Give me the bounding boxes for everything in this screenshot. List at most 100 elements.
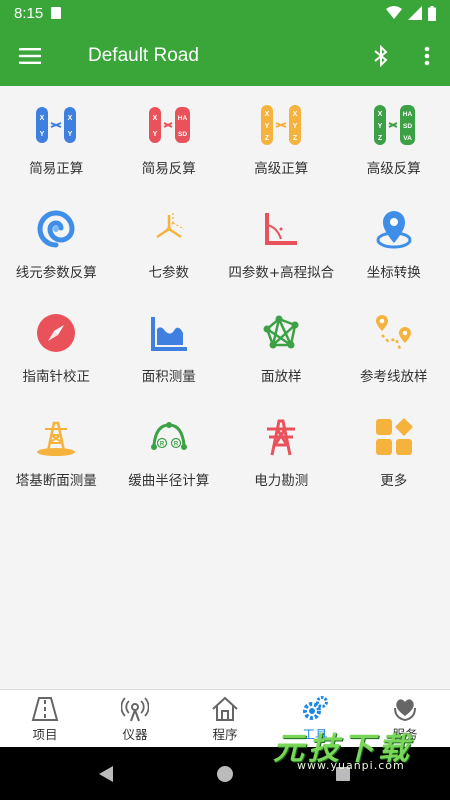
svg-text:Y: Y [152,131,157,138]
nav-label: 仪器 [122,727,148,742]
network-icon [263,315,299,349]
svg-text:X: X [68,115,73,122]
tool-transition-curve-radius[interactable]: R R 缓曲半径计算 [113,398,226,502]
tool-area-measure[interactable]: 面积测量 [113,294,226,398]
road-icon [31,697,59,721]
svg-text:Y: Y [68,131,73,138]
svg-text:Y: Y [265,123,270,130]
app-bar: Default Road [0,26,450,86]
tool-more[interactable]: 更多 [338,398,450,502]
tool-simple-inverse[interactable]: X Y HA SD 简易反算 [113,86,226,190]
tool-label: 指南针校正 [22,369,91,385]
svg-text:Y: Y [40,131,45,138]
svg-text:X: X [152,115,157,122]
page-title: Default Road [88,45,199,66]
tool-label: 缓曲半径计算 [128,473,210,489]
home-icon [212,696,238,721]
status-bar: 8:15 [0,0,450,26]
curve-radius-icon: R R [150,422,187,450]
location-pin-icon [376,211,412,249]
nav-item-instrument[interactable]: 仪器 [90,690,180,747]
compass-icon [37,314,76,352]
area-chart-icon [150,317,187,351]
status-icons [386,5,436,21]
system-nav-bar [0,747,450,800]
nav-item-tools[interactable]: 工具 [270,690,360,747]
seven-params-icon [156,213,185,239]
tool-label: 七参数 [148,265,190,281]
tool-label: 四参数+高程拟合 [228,265,335,281]
tools-grid: X Y X Y 简易正算 X Y HA SD 简易反算 X Y Z X Y Z … [0,86,450,502]
svg-text:R: R [160,442,165,448]
tool-advanced-forward[interactable]: X Y Z X Y Z 高级正算 [225,86,338,190]
svg-text:HA: HA [178,115,188,122]
tool-surface-stakeout[interactable]: 面放样 [225,294,338,398]
route-icon [375,315,411,350]
sd-card-icon [51,7,62,19]
tool-label: 塔基断面测量 [15,473,97,489]
tool-compass-calibration[interactable]: 指南针校正 [0,294,113,398]
spiral-icon [37,210,75,248]
nav-label: 工具 [302,727,328,742]
tool-simple-forward[interactable]: X Y X Y 简易正算 [0,86,113,190]
svg-text:HA: HA [403,111,413,118]
tool-label: 面放样 [261,369,302,385]
back-icon[interactable] [98,765,116,783]
tool-label: 更多 [380,473,408,489]
bluetooth-icon [374,45,388,67]
tool-label: 参考线放样 [360,369,428,385]
svg-text:X: X [377,111,382,118]
tool-label: 线元参数反算 [15,265,97,281]
nav-item-project[interactable]: 项目 [0,690,90,747]
svg-text:X: X [265,111,270,118]
home-button-icon[interactable] [216,765,234,783]
tool-label: 电力勘测 [254,473,309,489]
svg-text:Y: Y [377,123,382,130]
tool-label: 简易正算 [29,161,84,177]
advanced-forward-calc-icon: X Y Z X Y Z [261,105,302,145]
tool-advanced-inverse[interactable]: X Y Z HA SD VA 高级反算 [338,86,450,190]
tool-label: 高级正算 [254,161,309,177]
recents-icon[interactable] [334,765,352,783]
tool-seven-params[interactable]: 七参数 [113,190,226,294]
svg-text:R: R [174,442,179,448]
tool-coord-transform[interactable]: 坐标转换 [338,190,450,294]
advanced-inverse-calc-icon: X Y Z HA SD VA [373,105,415,145]
tool-reference-line-stakeout[interactable]: 参考线放样 [338,294,450,398]
tool-four-params[interactable]: 四参数+高程拟合 [225,190,338,294]
tool-label: 面积测量 [141,369,196,385]
nav-item-service[interactable]: 服务 [360,690,450,747]
tool-label: 高级反算 [366,161,421,177]
nav-item-program[interactable]: 程序 [180,690,270,747]
wifi-icon [386,6,402,19]
nav-label: 程序 [212,727,238,742]
svg-text:X: X [40,115,45,122]
svg-text:Y: Y [293,123,298,130]
tool-label: 坐标转换 [366,265,421,281]
axis-icon [265,213,298,245]
tool-label: 简易反算 [141,161,196,177]
svg-text:Z: Z [293,135,298,142]
svg-text:VA: VA [403,135,412,142]
tool-line-element[interactable]: 线元参数反算 [0,190,113,294]
antenna-icon [121,697,149,722]
tower-base-icon [37,421,76,456]
more-vert-icon [424,46,430,66]
bottom-nav: 项目 仪器 程序 工具 服务 [0,689,450,747]
tool-power-survey[interactable]: 电力勘测 [225,398,338,502]
status-time: 8:15 [14,4,44,22]
overflow-menu-button[interactable] [404,26,450,86]
menu-button[interactable] [0,26,60,86]
svg-text:Z: Z [378,135,383,142]
gears-icon [303,696,328,720]
nav-label: 项目 [32,727,58,742]
tool-tower-base-section[interactable]: 塔基断面测量 [0,398,113,502]
nav-label: 服务 [392,727,418,742]
svg-text:SD: SD [403,123,412,130]
power-tower-icon [267,419,296,456]
signal-icon [408,6,422,20]
simple-forward-calc-icon: X Y X Y [36,107,77,143]
simple-inverse-calc-icon: X Y HA SD [148,107,190,143]
svg-text:Z: Z [265,135,270,142]
bluetooth-button[interactable] [358,26,404,86]
